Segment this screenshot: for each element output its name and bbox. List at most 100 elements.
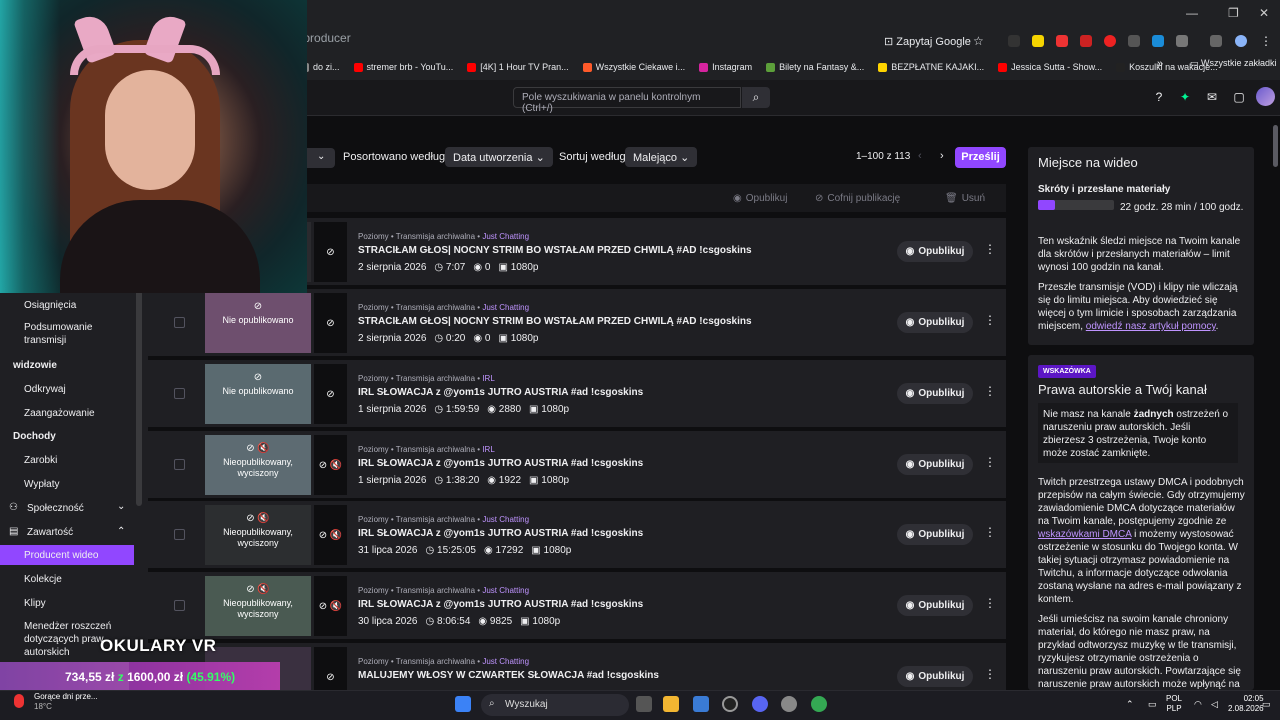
- publish-button[interactable]: ◉ Opublikuj: [897, 383, 973, 404]
- video-thumbnail[interactable]: ⊘ 🔇 Nieopublikowany, wyciszony: [205, 505, 311, 565]
- obs-icon[interactable]: [722, 696, 738, 712]
- weather-widget[interactable]: Gorące dni prze... 18°C: [14, 692, 98, 712]
- volume-icon[interactable]: ◁: [1211, 699, 1221, 709]
- file-explorer-icon[interactable]: [663, 696, 679, 712]
- restore-icon[interactable]: ❐: [1228, 6, 1242, 20]
- bookmark-item[interactable]: Instagram: [699, 58, 752, 76]
- extension-icon[interactable]: [1104, 35, 1116, 47]
- menu-dots-icon[interactable]: ⋮: [1260, 34, 1272, 48]
- store-icon[interactable]: [693, 696, 709, 712]
- all-bookmarks[interactable]: ▭ Wszystkie zakładki: [1190, 58, 1277, 69]
- sidebar-item-payouts[interactable]: Wypłaty: [24, 478, 59, 491]
- video-category[interactable]: Just Chatting: [482, 232, 529, 241]
- bulk-publish-button[interactable]: ◉ Opublikuj: [733, 188, 787, 208]
- video-row[interactable]: ⊘ 🔇 Nieopublikowany, wyciszony ⊘ 🔇 Poziomy …: [148, 572, 1006, 640]
- video-category[interactable]: IRL: [482, 374, 494, 383]
- language-indicator[interactable]: POL PLP: [1166, 694, 1182, 714]
- profile-avatar-icon[interactable]: [1235, 35, 1247, 47]
- video-category[interactable]: Just Chatting: [482, 515, 529, 524]
- more-options-icon[interactable]: ⋮: [984, 596, 996, 610]
- video-thumbnail[interactable]: ⊘ 🔇 Nieopublikowany, wyciszony: [205, 435, 311, 495]
- video-title[interactable]: STRACIŁAM GŁOS| NOCNY STRIM BO WSTAŁAM P…: [358, 316, 752, 327]
- user-avatar[interactable]: [1256, 87, 1275, 106]
- clock[interactable]: 02:05 2.08.2026: [1228, 694, 1264, 714]
- extension-icon[interactable]: [1032, 35, 1044, 47]
- publish-button[interactable]: ◉ Opublikuj: [897, 666, 973, 687]
- row-checkbox[interactable]: [174, 459, 185, 470]
- chrome-icon[interactable]: [811, 696, 827, 712]
- sidebar-item-clips[interactable]: Klipy: [24, 597, 46, 610]
- start-icon[interactable]: [455, 696, 471, 712]
- extension-icon[interactable]: [1128, 35, 1140, 47]
- video-row[interactable]: ⊘ 🔇 Nieopublikowany, wyciszony ⊘ 🔇 Poziomy …: [148, 431, 1006, 499]
- next-page-icon[interactable]: ›: [940, 150, 944, 162]
- page-scrollbar-thumb[interactable]: [1273, 125, 1278, 167]
- video-title[interactable]: IRL SŁOWACJA z @yom1s JUTRO AUSTRIA #ad …: [358, 458, 643, 469]
- row-checkbox[interactable]: [174, 317, 185, 328]
- video-row[interactable]: ⊘ 🔇 Nieopublikowany, wyciszony ⊘ 🔇 Poziomy …: [148, 501, 1006, 569]
- minimize-icon[interactable]: —: [1186, 6, 1200, 20]
- video-row[interactable]: ⊘ Nie opublikowano ⊘ Poziomy • Transmisja a…: [148, 360, 1006, 428]
- sidebar-item-engagement[interactable]: Zaangażowanie: [24, 407, 95, 420]
- video-title[interactable]: STRACIŁAM GŁOS| NOCNY STRIM BO WSTAŁAM P…: [358, 245, 752, 256]
- bookmark-star-icon[interactable]: ☆: [973, 34, 984, 48]
- ask-google-button[interactable]: ⊡ Zapytaj Google: [884, 35, 971, 48]
- inbox-icon[interactable]: ✉: [1205, 90, 1219, 104]
- bookmark-item[interactable]: stremer brb - YouTu...: [353, 58, 453, 76]
- notifications-icon[interactable]: ▭: [1262, 699, 1272, 709]
- chevron-up-icon[interactable]: ⌃: [117, 526, 125, 537]
- extension-icon[interactable]: [1152, 35, 1164, 47]
- help-icon[interactable]: ?: [1152, 90, 1166, 104]
- order-dropdown[interactable]: Malejąco ⌄: [625, 147, 698, 167]
- task-view-icon[interactable]: [636, 696, 652, 712]
- sidebar-item-stream-summary[interactable]: Podsumowanie transmisji: [24, 321, 124, 347]
- dashboard-search-input[interactable]: Pole wyszukiwania w panelu kontrolnym (C…: [513, 87, 741, 114]
- sort-dropdown[interactable]: Data utworzenia ⌄: [445, 147, 553, 167]
- video-row[interactable]: ⊘ Nie opublikowano ⊘ Poziomy • Transmisja a…: [148, 289, 1006, 357]
- row-checkbox[interactable]: [174, 529, 185, 540]
- bookmark-item[interactable]: Wszystkie Ciekawe i...: [582, 58, 685, 76]
- dmca-guidelines-link[interactable]: wskazówkami DMCA: [1038, 529, 1131, 540]
- video-title[interactable]: IRL SŁOWACJA z @yom1s JUTRO AUSTRIA #ad …: [358, 528, 643, 539]
- bookmark-item[interactable]: [4K] 1 Hour TV Pran...: [467, 58, 569, 76]
- whispers-icon[interactable]: ▢: [1232, 90, 1246, 104]
- discord-icon[interactable]: [752, 696, 768, 712]
- extension-icon[interactable]: [1056, 35, 1068, 47]
- extension-icon[interactable]: [1008, 35, 1020, 47]
- bookmarks-overflow-icon[interactable]: »: [1157, 58, 1163, 70]
- settings-icon[interactable]: [781, 696, 797, 712]
- bookmark-item[interactable]: BEZPŁATNE KAJAKI...: [878, 58, 984, 76]
- taskbar-search[interactable]: Wyszukaj: [481, 694, 629, 716]
- video-title[interactable]: MALUJEMY WŁOSY W CZWARTEK SŁOWACJA #ad !…: [358, 670, 659, 681]
- page-scrollbar[interactable]: [1272, 116, 1280, 690]
- upload-button[interactable]: Prześlij: [955, 147, 1006, 168]
- video-category[interactable]: IRL: [482, 445, 494, 454]
- sidebar-item-content[interactable]: Zawartość: [27, 526, 73, 539]
- bulk-unpublish-button[interactable]: ⊘ Cofnij publikację: [815, 188, 900, 208]
- search-button[interactable]: ⌕: [742, 87, 770, 108]
- chevron-up-icon[interactable]: ⌃: [1126, 699, 1136, 709]
- publish-button[interactable]: ◉ Opublikuj: [897, 524, 973, 545]
- wifi-icon[interactable]: ◠: [1194, 699, 1204, 709]
- publish-button[interactable]: ◉ Opublikuj: [897, 241, 973, 262]
- puzzle-icon[interactable]: [1176, 35, 1188, 47]
- more-options-icon[interactable]: ⋮: [984, 384, 996, 398]
- help-article-link[interactable]: odwiedź nasz artykuł pomocy: [1086, 321, 1216, 332]
- more-options-icon[interactable]: ⋮: [984, 525, 996, 539]
- close-window-icon[interactable]: ✕: [1259, 6, 1273, 20]
- sidebar-item-community[interactable]: Społeczność: [27, 502, 84, 515]
- video-title[interactable]: IRL SŁOWACJA z @yom1s JUTRO AUSTRIA #ad …: [358, 387, 643, 398]
- row-checkbox[interactable]: [174, 600, 185, 611]
- sidebar-item-collections[interactable]: Kolekcje: [24, 573, 62, 586]
- bulk-delete-button[interactable]: 🗑 Usuń: [945, 188, 985, 208]
- bookmark-item[interactable]: Jessica Sutta - Show...: [998, 58, 1102, 76]
- bookmark-item[interactable]: Bilety na Fantasy &...: [766, 58, 864, 76]
- extension-icon[interactable]: [1080, 35, 1092, 47]
- sparkle-icon[interactable]: ✦: [1178, 90, 1192, 104]
- network-icon[interactable]: ▭: [1148, 699, 1158, 709]
- more-options-icon[interactable]: ⋮: [984, 242, 996, 256]
- row-checkbox[interactable]: [174, 388, 185, 399]
- sidebar-item-video-producer[interactable]: Producent wideo: [24, 549, 99, 562]
- sidebar-item-achievements[interactable]: Osiągnięcia: [24, 299, 76, 312]
- video-thumbnail[interactable]: ⊘ Nie opublikowano: [205, 293, 311, 353]
